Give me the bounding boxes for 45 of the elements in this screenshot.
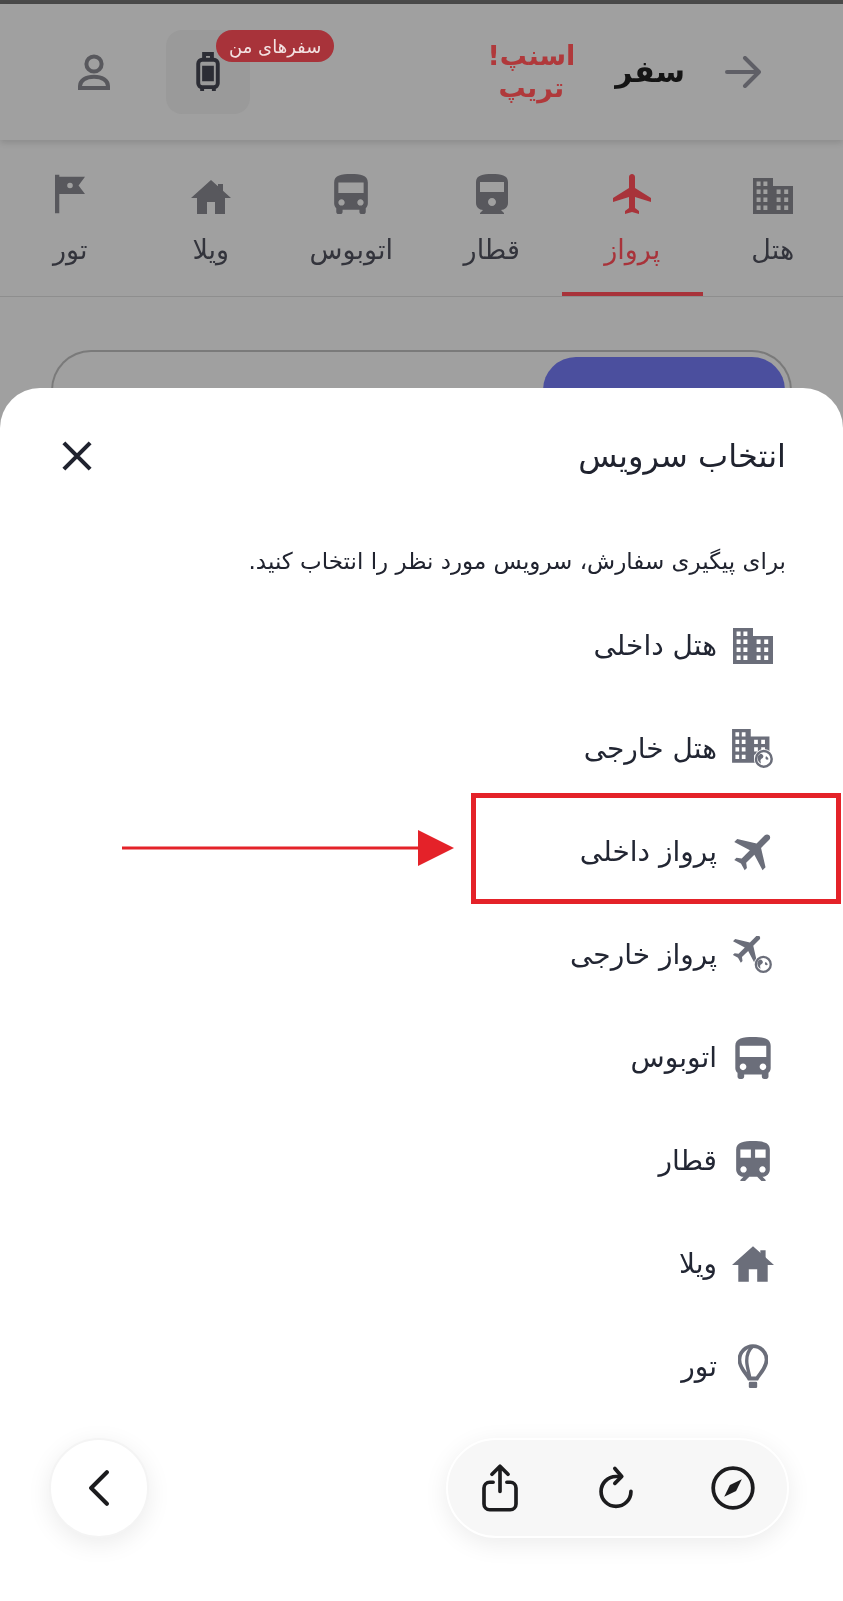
person-icon <box>76 54 112 90</box>
flag-icon <box>55 174 86 214</box>
service-option[interactable]: اتوبوس <box>630 1036 774 1079</box>
service-option[interactable]: قطار <box>658 1140 774 1181</box>
selected-segment[interactable] <box>542 357 785 390</box>
service-option[interactable]: هتل داخلی <box>593 626 774 665</box>
category-tab[interactable]: تور <box>0 140 141 296</box>
category-tab[interactable]: اتوبوس <box>281 140 422 296</box>
service-option[interactable]: پرواز داخلی <box>579 831 774 872</box>
airplane-globe-icon <box>733 935 773 974</box>
arrow-right-icon <box>725 56 761 88</box>
airplane-icon <box>613 174 652 214</box>
airplane-icon <box>734 831 772 872</box>
share-button[interactable] <box>480 1464 520 1512</box>
close-icon <box>62 441 92 471</box>
service-option[interactable]: هتل خارجی <box>583 728 774 769</box>
service-option[interactable]: ویلا <box>678 1244 774 1283</box>
brand-logo: اسنپ! تریپ <box>487 40 576 104</box>
building-globe-icon <box>732 728 774 769</box>
page-title: سفر <box>615 53 685 91</box>
train-icon <box>475 174 508 214</box>
reload-icon <box>596 1465 635 1511</box>
compass-icon <box>711 1466 755 1510</box>
service-option[interactable]: تور <box>681 1343 774 1390</box>
bus-icon <box>334 174 369 214</box>
bus-icon <box>735 1036 771 1079</box>
my-trips-tooltip: سفرهای من <box>216 30 335 62</box>
house-icon <box>732 1245 774 1282</box>
service-option[interactable]: پرواز خارجی <box>570 935 774 974</box>
sheet-title: انتخاب سرویس <box>578 436 786 476</box>
close-button[interactable] <box>62 441 92 471</box>
compass-button[interactable] <box>711 1466 755 1510</box>
profile-button[interactable] <box>76 54 112 90</box>
house-icon <box>190 180 231 214</box>
building-icon <box>752 178 793 214</box>
category-tab[interactable]: ویلا <box>140 140 281 296</box>
suitcase-icon <box>194 51 222 93</box>
category-tab[interactable]: قطار <box>421 140 562 296</box>
sheet-description: برای پیگیری سفارش، سرویس مورد نظر را انتخاب کنید. <box>247 547 787 577</box>
hot-air-balloon-icon <box>738 1343 768 1390</box>
train-icon <box>736 1140 770 1181</box>
share-icon <box>481 1464 519 1512</box>
chevron-left-icon <box>88 1470 110 1506</box>
building-icon <box>733 627 773 664</box>
category-tab[interactable]: هتل <box>702 140 843 296</box>
